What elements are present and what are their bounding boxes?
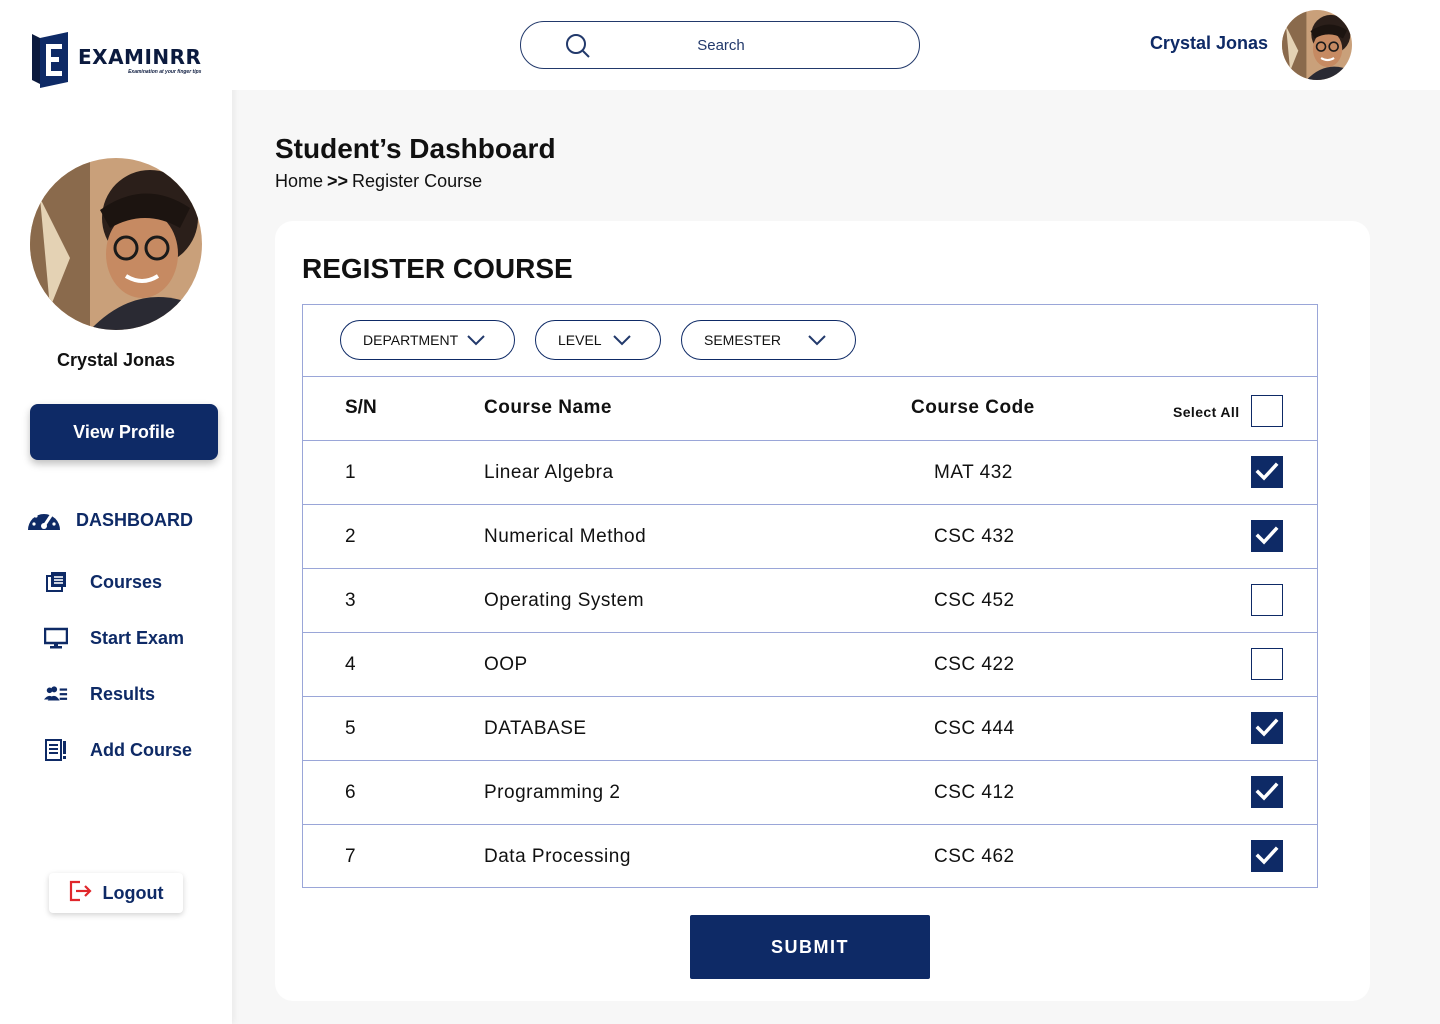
row-course-code: CSC 452 xyxy=(934,590,1015,611)
table-header: S/N Course Name Course Code Select All xyxy=(303,377,1317,441)
row-course-code: CSC 462 xyxy=(934,846,1015,867)
dropdown-label: SEMESTER xyxy=(704,332,782,348)
chevron-down-icon xyxy=(466,333,486,349)
logout-label: Logout xyxy=(102,882,164,903)
course-checkbox[interactable] xyxy=(1251,648,1283,680)
users-list-icon xyxy=(44,682,68,706)
department-dropdown[interactable]: DEPARTMENT xyxy=(340,320,515,360)
filter-bar: DEPARTMENT LEVEL SEMESTER xyxy=(303,305,1317,377)
submit-button[interactable]: SUBMIT xyxy=(690,915,930,979)
row-sn: 1 xyxy=(345,462,356,483)
row-course-code: CSC 412 xyxy=(934,782,1015,803)
search-input[interactable] xyxy=(621,32,821,58)
sidebar-item-start-exam[interactable]: Start Exam xyxy=(44,626,184,650)
level-dropdown[interactable]: LEVEL xyxy=(535,320,661,360)
logout-button[interactable]: Logout xyxy=(49,873,183,913)
row-sn: 2 xyxy=(345,526,356,547)
sidebar-item-add-course[interactable]: Add Course xyxy=(44,738,192,762)
course-checkbox[interactable] xyxy=(1251,712,1283,744)
course-checkbox[interactable] xyxy=(1251,776,1283,808)
table-row: 7 Data Processing CSC 462 xyxy=(303,825,1317,889)
page-title: Student’s Dashboard xyxy=(275,133,556,164)
course-checkbox[interactable] xyxy=(1251,584,1283,616)
register-course-card: REGISTER COURSE DEPARTMENT LEVEL SEMESTE… xyxy=(275,221,1370,1001)
checkmark-icon xyxy=(1252,782,1282,812)
monitor-icon xyxy=(44,626,68,650)
table-row: 2 Numerical Method CSC 432 xyxy=(303,505,1317,569)
sidebar-item-label: Courses xyxy=(90,571,163,592)
breadcrumb: Home >> Register Course xyxy=(275,171,482,192)
course-checkbox[interactable] xyxy=(1251,520,1283,552)
row-course-code: CSC 422 xyxy=(934,654,1015,675)
select-all-checkbox[interactable] xyxy=(1251,395,1283,427)
sidebar: EXAMINRR Examination at your finger tips… xyxy=(0,0,232,1024)
courses-icon xyxy=(44,570,68,594)
breadcrumb-separator: >> xyxy=(327,171,349,191)
chevron-down-icon xyxy=(612,333,632,349)
view-profile-button[interactable]: View Profile xyxy=(30,404,218,460)
card-title: REGISTER COURSE xyxy=(302,253,573,284)
row-course-name: Operating System xyxy=(484,590,645,611)
document-add-icon xyxy=(44,738,68,762)
sidebar-item-label: Start Exam xyxy=(90,627,185,648)
sidebar-item-courses[interactable]: Courses xyxy=(44,570,162,594)
search-icon xyxy=(565,33,591,64)
logo[interactable]: EXAMINRR Examination at your finger tips xyxy=(30,30,202,88)
dropdown-label: DEPARTMENT xyxy=(363,332,459,348)
sidebar-item-label: Add Course xyxy=(90,739,193,760)
table-row: 4 OOP CSC 422 xyxy=(303,633,1317,697)
row-course-code: MAT 432 xyxy=(934,462,1013,483)
logo-icon xyxy=(30,30,70,88)
profile-avatar xyxy=(30,158,202,330)
top-bar: Crystal Jonas xyxy=(232,0,1440,90)
table-row: 5 DATABASE CSC 444 xyxy=(303,697,1317,761)
row-sn: 4 xyxy=(345,654,356,675)
breadcrumb-current: Register Course xyxy=(352,171,483,191)
row-course-name: Numerical Method xyxy=(484,526,647,547)
search-box[interactable] xyxy=(520,21,920,69)
sidebar-item-dashboard[interactable]: DASHBOARD xyxy=(26,502,193,539)
row-sn: 6 xyxy=(345,782,356,803)
row-course-name: OOP xyxy=(484,654,528,675)
row-sn: 7 xyxy=(345,846,356,867)
semester-dropdown[interactable]: SEMESTER xyxy=(681,320,856,360)
table-row: 6 Programming 2 CSC 412 xyxy=(303,761,1317,825)
sidebar-item-label: Results xyxy=(90,683,156,704)
breadcrumb-home[interactable]: Home xyxy=(275,171,323,192)
select-all-label: Select All xyxy=(1173,404,1240,420)
row-course-name: Data Processing xyxy=(484,846,631,867)
logo-name: EXAMINRR xyxy=(78,45,202,69)
speedometer-icon xyxy=(26,502,62,539)
course-checkbox[interactable] xyxy=(1251,840,1283,872)
course-checkbox[interactable] xyxy=(1251,456,1283,488)
logo-tagline: Examination at your finger tips xyxy=(128,69,202,75)
header-avatar[interactable] xyxy=(1282,10,1352,80)
row-sn: 3 xyxy=(345,590,356,611)
row-course-name: Linear Algebra xyxy=(484,462,614,483)
header-course-code: Course Code xyxy=(911,397,1035,418)
sidebar-item-results[interactable]: Results xyxy=(44,682,155,706)
checkmark-icon xyxy=(1252,526,1282,556)
checkmark-icon xyxy=(1252,718,1282,748)
logout-icon xyxy=(69,880,93,907)
checkmark-icon xyxy=(1252,462,1282,492)
chevron-down-icon xyxy=(807,333,827,349)
checkmark-icon xyxy=(1252,846,1282,876)
sidebar-item-label: DASHBOARD xyxy=(76,510,193,530)
header-user-name[interactable]: Crystal Jonas xyxy=(1150,33,1268,54)
row-course-name: DATABASE xyxy=(484,718,587,739)
row-course-code: CSC 444 xyxy=(934,718,1015,739)
header-sn: S/N xyxy=(345,397,377,418)
header-course-name: Course Name xyxy=(484,397,612,418)
row-course-code: CSC 432 xyxy=(934,526,1015,547)
table-row: 3 Operating System CSC 452 xyxy=(303,569,1317,633)
dropdown-label: LEVEL xyxy=(558,332,602,348)
row-sn: 5 xyxy=(345,718,356,739)
table-row: 1 Linear Algebra MAT 432 xyxy=(303,441,1317,505)
course-table: DEPARTMENT LEVEL SEMESTER S/N Course Nam… xyxy=(302,304,1318,888)
sidebar-user-name: Crystal Jonas xyxy=(56,350,176,370)
row-course-name: Programming 2 xyxy=(484,782,621,803)
